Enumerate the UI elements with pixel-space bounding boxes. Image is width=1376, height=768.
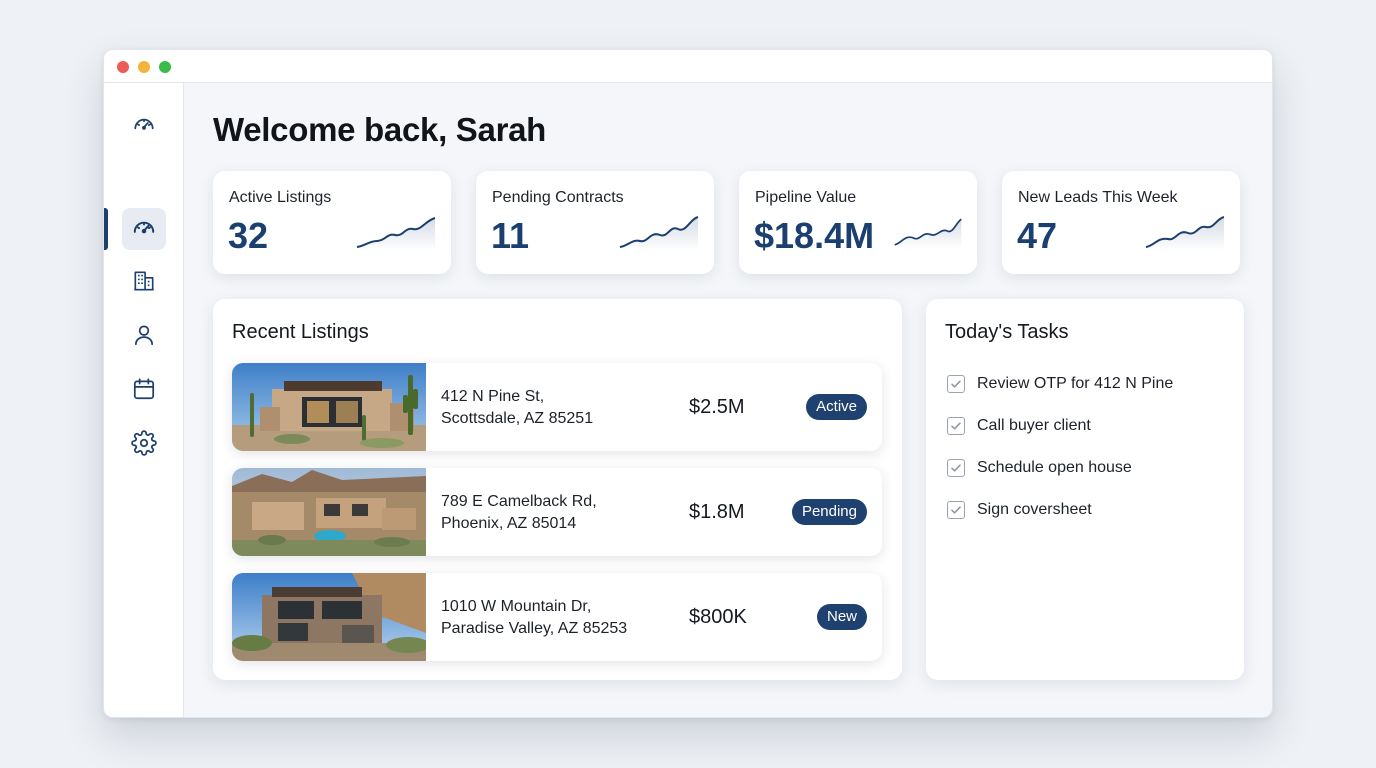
maximize-window-button[interactable] — [159, 61, 171, 73]
listing-row[interactable]: 1010 W Mountain Dr, Paradise Valley, AZ … — [232, 573, 882, 661]
sparkline-chart — [894, 218, 962, 249]
status-badge: New — [816, 604, 867, 630]
user-icon — [131, 322, 157, 353]
address-line-1: 412 N Pine St, — [441, 388, 545, 405]
task-checkbox[interactable] — [947, 459, 965, 477]
task-checkbox[interactable] — [947, 501, 965, 519]
task-item[interactable]: Sign coversheet — [947, 499, 1092, 521]
check-icon — [951, 422, 961, 430]
task-checkbox[interactable] — [947, 417, 965, 435]
panel-title: Recent Listings — [232, 321, 369, 343]
listing-address: 789 E Camelback Rd, Phoenix, AZ 85014 — [441, 491, 597, 535]
stat-label: Active Listings — [229, 189, 332, 206]
speedometer-icon — [131, 111, 157, 142]
dashboard-gauge-icon — [131, 214, 157, 245]
address-line-2: Paradise Valley, AZ 85253 — [441, 620, 628, 637]
stat-value: $18.4M — [754, 215, 875, 256]
address-line-2: Phoenix, AZ 85014 — [441, 515, 577, 532]
sidebar-item-performance[interactable] — [122, 105, 166, 147]
stat-card-pipeline-value[interactable]: Pipeline Value $18.4M — [739, 171, 977, 274]
stat-value: 32 — [228, 215, 269, 256]
check-icon — [951, 380, 961, 388]
sidebar-item-settings[interactable] — [122, 424, 166, 466]
task-label: Call buyer client — [977, 417, 1091, 434]
todays-tasks-panel: Today's Tasks Review OTP for 412 N Pine … — [926, 299, 1244, 680]
listing-address: 412 N Pine St, Scottsdale, AZ 85251 — [441, 386, 593, 430]
address-line-2: Scottsdale, AZ 85251 — [441, 410, 594, 427]
sidebar-item-contacts[interactable] — [122, 316, 166, 358]
sidebar-item-dashboard[interactable] — [122, 208, 166, 250]
task-label: Sign coversheet — [977, 501, 1092, 518]
app-window: Welcome back, Sarah Active Listings 32 P… — [103, 49, 1273, 718]
task-item[interactable]: Call buyer client — [947, 415, 1091, 437]
listing-row[interactable]: 789 E Camelback Rd, Phoenix, AZ 85014 $1… — [232, 468, 882, 556]
stat-card-new-leads[interactable]: New Leads This Week 47 — [1002, 171, 1240, 274]
title-bar — [104, 50, 1272, 83]
stat-label: Pipeline Value — [755, 189, 857, 206]
listing-photo — [232, 573, 426, 661]
calendar-icon — [131, 376, 157, 407]
listing-row[interactable]: 412 N Pine St, Scottsdale, AZ 85251 $2.5… — [232, 363, 882, 451]
listing-price: $1.8M — [689, 501, 745, 523]
task-label: Schedule open house — [977, 459, 1132, 476]
task-item[interactable]: Schedule open house — [947, 457, 1132, 479]
stat-card-active-listings[interactable]: Active Listings 32 — [213, 171, 451, 274]
address-line-1: 1010 W Mountain Dr, — [441, 598, 592, 615]
status-badge: Pending — [791, 499, 867, 525]
page-title: Welcome back, Sarah — [213, 111, 547, 148]
task-label: Review OTP for 412 N Pine — [977, 375, 1174, 392]
listing-photo — [232, 363, 426, 451]
stat-value: 47 — [1017, 215, 1058, 256]
task-item[interactable]: Review OTP for 412 N Pine — [947, 373, 1173, 395]
panel-title: Today's Tasks — [945, 321, 1069, 343]
recent-listings-panel: Recent Listings 412 N Pine St, Scottsdal… — [213, 299, 902, 680]
task-checkbox[interactable] — [947, 375, 965, 393]
sparkline-chart — [1145, 216, 1225, 251]
check-icon — [951, 464, 961, 472]
sparkline-chart — [356, 217, 436, 251]
sidebar-item-properties[interactable] — [122, 262, 166, 304]
listing-photo — [232, 468, 426, 556]
active-nav-indicator — [104, 208, 108, 250]
building-icon — [131, 268, 157, 299]
stat-value: 11 — [491, 215, 530, 256]
listing-price: $2.5M — [689, 396, 745, 418]
check-icon — [951, 506, 961, 514]
stat-card-pending-contracts[interactable]: Pending Contracts 11 — [476, 171, 714, 274]
sidebar — [104, 83, 184, 717]
stat-label: Pending Contracts — [492, 189, 624, 206]
status-badge: Active — [806, 394, 867, 420]
minimize-window-button[interactable] — [138, 61, 150, 73]
stat-label: New Leads This Week — [1018, 189, 1178, 206]
main-content: Welcome back, Sarah Active Listings 32 P… — [184, 83, 1272, 717]
listing-price: $800K — [689, 606, 747, 628]
gear-icon — [131, 429, 157, 461]
sidebar-item-calendar[interactable] — [122, 370, 166, 412]
close-window-button[interactable] — [117, 61, 129, 73]
address-line-1: 789 E Camelback Rd, — [441, 493, 597, 510]
listing-address: 1010 W Mountain Dr, Paradise Valley, AZ … — [441, 596, 627, 640]
sparkline-chart — [619, 216, 699, 251]
